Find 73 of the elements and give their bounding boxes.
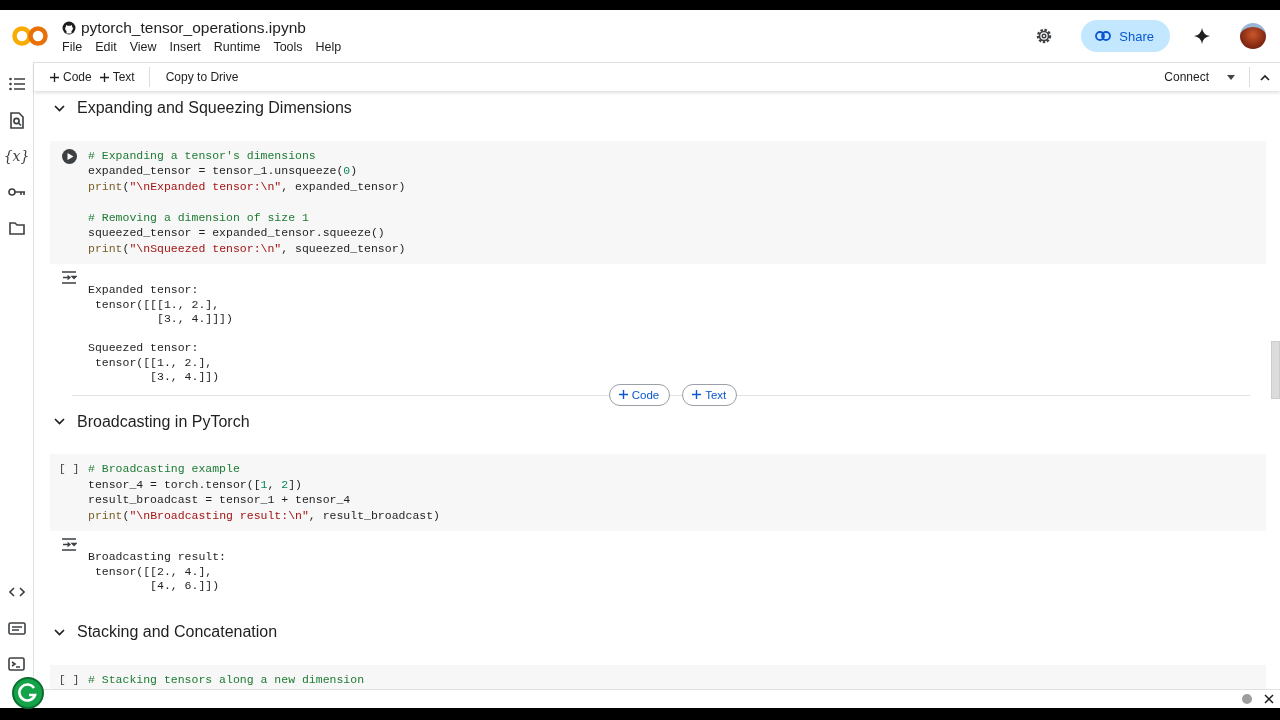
settings-icon[interactable] [1035, 27, 1054, 45]
search-icon[interactable] [9, 111, 24, 129]
folder-icon[interactable] [8, 221, 25, 235]
code-line: print("\nBroadcasting result:\n", result_broadcast) [88, 507, 440, 523]
collapse-chevron-icon[interactable] [54, 418, 65, 425]
code-cell[interactable] [50, 140, 1266, 264]
add-text-button[interactable]: Text [682, 383, 738, 406]
github-icon [62, 20, 76, 35]
output-line: tensor([[1., 2.], [93, 355, 214, 370]
code-line: # Removing a dimension of size 1 [88, 209, 310, 225]
output-line: tensor([[2., 4.], [93, 564, 214, 579]
copy-to-drive-button[interactable]: Copy to Drive [161, 65, 243, 89]
add-code-button[interactable]: Code [46, 65, 96, 89]
plus-icon [692, 390, 702, 399]
output-line: Expanded tensor: [88, 283, 200, 298]
table-of-contents-icon[interactable] [8, 77, 25, 91]
menu-item[interactable]: Edit [95, 39, 117, 54]
notebook-title[interactable]: pytorch_tensor_operations.ipynb [81, 18, 306, 37]
menu-item[interactable]: Tools [273, 39, 303, 54]
output-toggle-icon[interactable] [61, 538, 77, 551]
link-icon [1095, 31, 1112, 41]
menu-item[interactable]: Insert [169, 39, 201, 54]
code-line: squeezed_tensor = expanded_tensor.squeeze() [88, 225, 386, 241]
plus-icon [99, 72, 109, 82]
code-line: # Broadcasting example [88, 461, 241, 477]
status-dot [1242, 694, 1252, 704]
output-line: Squeezed tensor: [88, 341, 200, 356]
code-line: tensor_4 = torch.tensor([1, 2]) [88, 476, 303, 492]
menu-item[interactable]: View [129, 39, 157, 54]
output-toggle-icon[interactable] [61, 271, 77, 284]
run-prompt[interactable]: [ ] [58, 671, 80, 687]
collapse-chevron-icon[interactable] [54, 104, 65, 112]
section-heading: Stacking and Concatenation [77, 623, 278, 641]
connect-button[interactable]: Connect [1160, 65, 1213, 89]
add-text-button[interactable]: Text [95, 65, 139, 89]
code-icon[interactable] [8, 587, 25, 597]
output-line: [3., 4.]]]) [156, 312, 233, 327]
terminal-icon[interactable] [8, 657, 25, 671]
variables-icon[interactable]: {x} [3, 148, 30, 164]
section-heading: Expanding and Squeezing Dimensions [77, 99, 352, 117]
command-palette-icon[interactable] [7, 621, 26, 635]
code-line: # Expanding a tensor's dimensions [88, 147, 317, 163]
avatar-icon[interactable] [1240, 23, 1266, 49]
plus-icon [50, 72, 59, 82]
output-line: Broadcasting result: [88, 550, 227, 565]
grammar-assistant-icon[interactable] [12, 677, 44, 709]
output-line: [4., 6.]]) [149, 579, 221, 594]
menu-item[interactable]: File [62, 39, 83, 54]
code-cell[interactable]: [ ] # Stacking tensors along a new dimension [50, 664, 1266, 689]
run-prompt[interactable]: [ ] [58, 461, 80, 477]
output-line: tensor([[[1., 2.], [93, 297, 221, 312]
scrollbar-thumb[interactable] [1271, 341, 1280, 399]
code-cell[interactable]: [ ] # Broadcasting example tensor_4 = torch.tensor([1, 2]) result_broadcast = tensor_1 + tensor_4 print("\nBroadcasting result:\n", result_broadcast) [50, 454, 1266, 531]
add-code-button[interactable]: Code [608, 383, 671, 406]
menu-item[interactable]: Runtime [213, 39, 261, 54]
menu-item[interactable]: Help [315, 39, 342, 54]
code-line: # Stacking tensors along a new dimension [88, 671, 365, 687]
run-icon[interactable] [61, 148, 77, 164]
share-button[interactable]: Share [1081, 20, 1170, 52]
colab-logo [12, 26, 48, 46]
output-line: [3., 4.]]) [149, 370, 221, 385]
collapse-chevron-icon[interactable] [1260, 73, 1270, 81]
code-line: result_broadcast = tensor_1 + tensor_4 [88, 492, 352, 508]
code-line: print("\nSqueezed tensor:\n", squeezed_tensor) [88, 240, 406, 256]
code-line: expanded_tensor = tensor_1.unsqueeze(0) [88, 163, 359, 179]
close-icon[interactable] [1264, 694, 1274, 704]
key-icon[interactable] [7, 187, 26, 197]
section-heading: Broadcasting in PyTorch [77, 412, 250, 431]
code-line: print("\nExpanded tensor:\n", expanded_tensor) [88, 178, 406, 194]
collapse-chevron-icon[interactable] [54, 628, 65, 636]
dropdown-caret-icon[interactable] [1227, 74, 1235, 80]
plus-icon [618, 390, 628, 399]
sparkle-icon[interactable] [1194, 28, 1210, 44]
